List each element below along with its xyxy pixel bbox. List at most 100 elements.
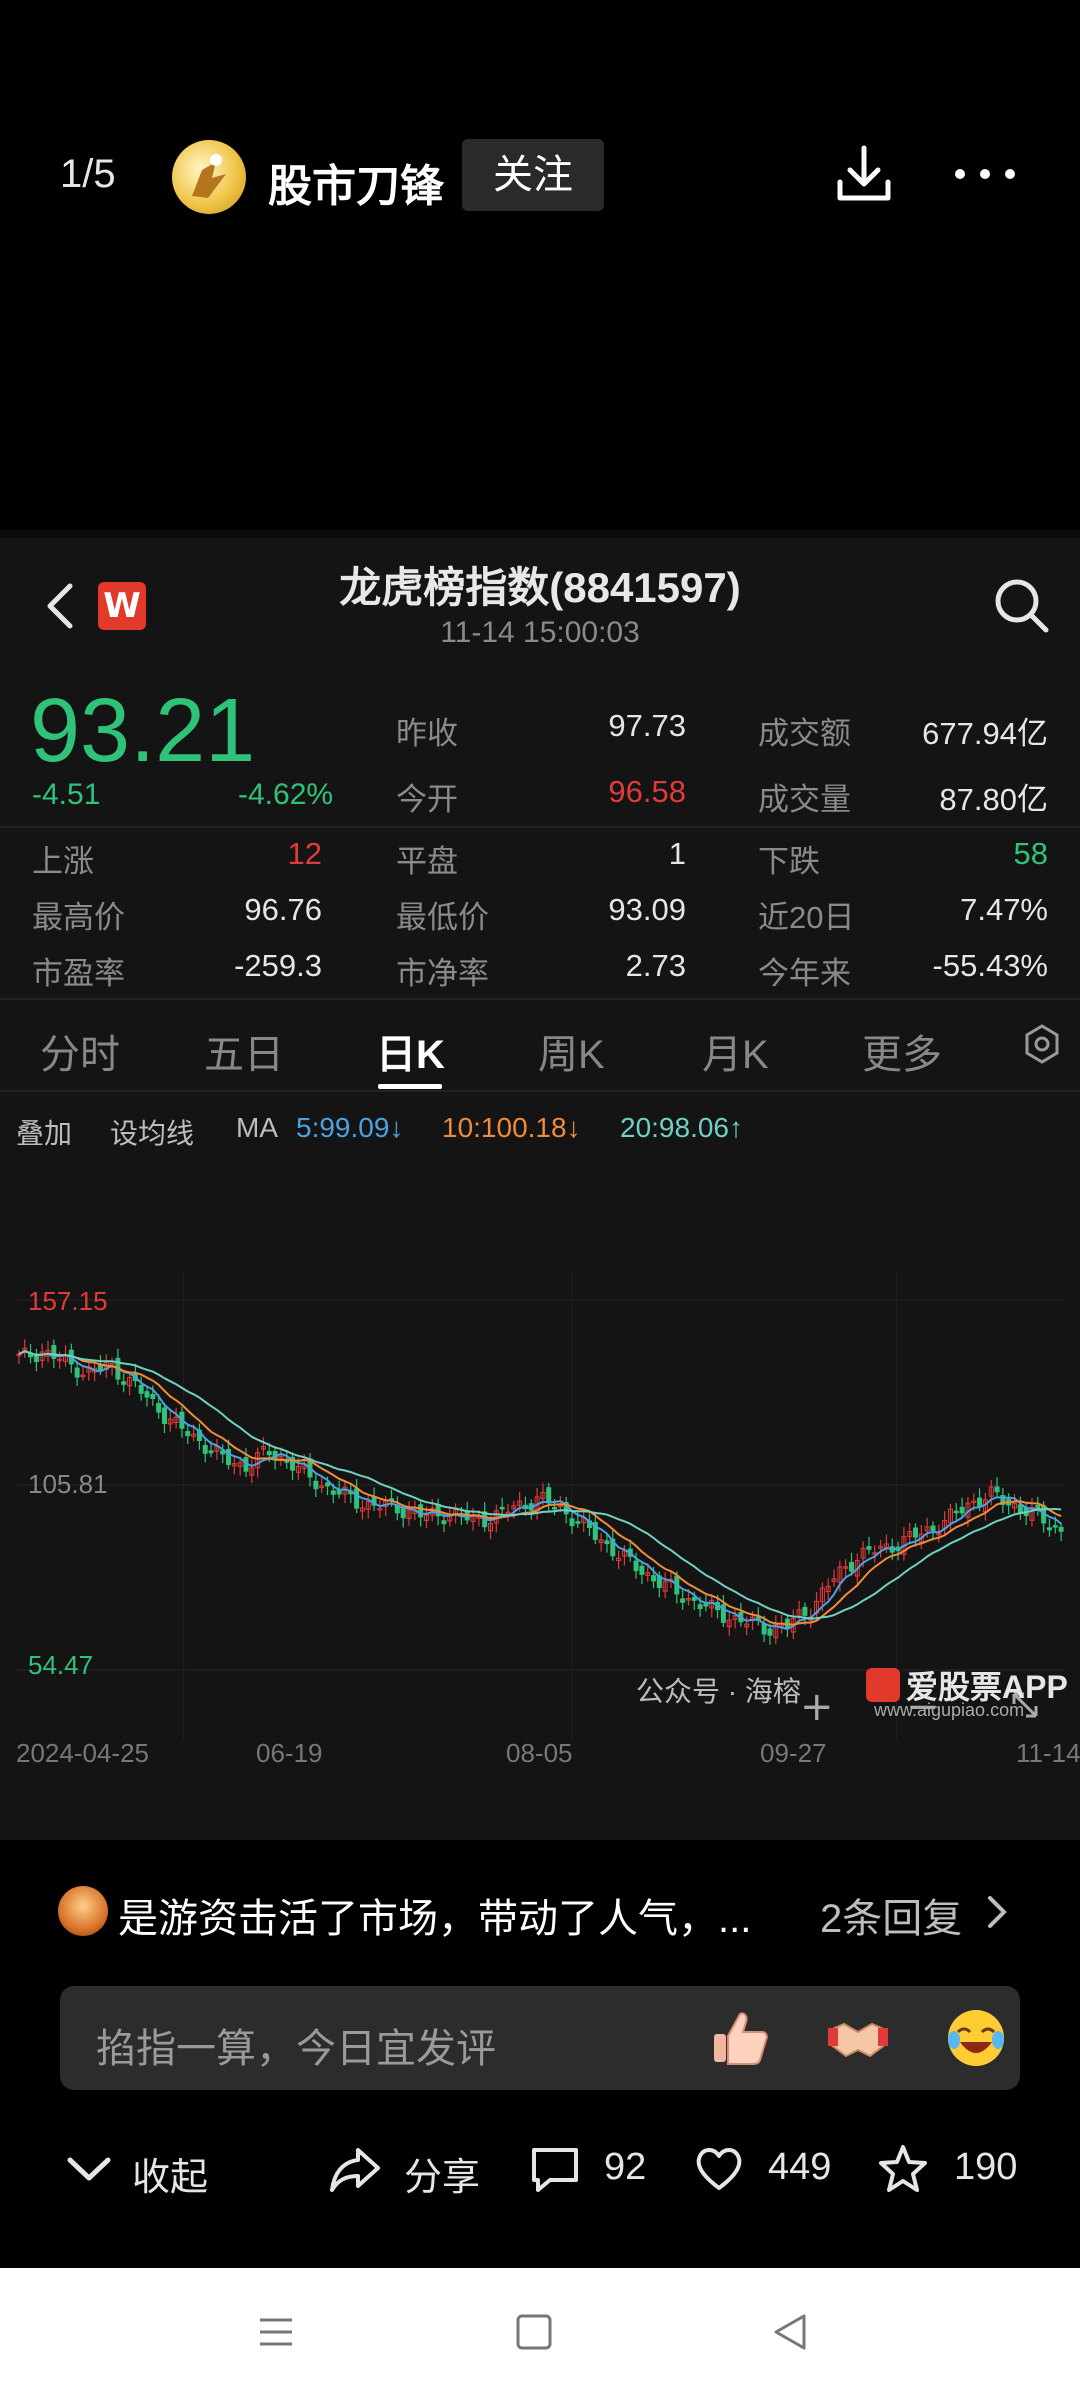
candle-body [1017,1504,1023,1513]
stat-label: 下跌 [758,844,820,879]
candle-body [156,1402,162,1413]
quote-label: 昨收 [396,716,458,751]
like-count[interactable]: 449 [768,2146,831,2189]
comment-icon[interactable] [528,2142,582,2196]
candle-body [691,1596,697,1601]
follow-button[interactable]: 关注 [462,139,604,211]
comment-count[interactable]: 92 [604,2146,646,2189]
candle-body [499,1506,505,1510]
candle-body [546,1487,552,1504]
price-change: -4.51 [32,778,101,811]
tab-intraday: 分时 [40,1033,120,1077]
stat-value: -55.43% [932,948,1048,983]
handshake-icon[interactable] [826,2006,890,2070]
stat-value: 58 [1013,836,1048,871]
ma20-value: 20:98.06↑ [620,1112,743,1143]
x-axis-label: 06-19 [256,1738,323,1768]
set-ma-label: 设均线 [110,1118,195,1149]
image-counter: 1/5 [60,152,116,196]
tab-five-day: 五日 [204,1033,284,1077]
candle-body [848,1562,854,1572]
candle-body [418,1504,424,1518]
candle-body [1035,1505,1041,1509]
candle-body [226,1448,232,1465]
candle-body [354,1488,360,1509]
star-icon[interactable] [876,2142,930,2196]
candle-body [1058,1526,1064,1532]
thumbs-up-icon[interactable] [708,2006,772,2070]
quote-value: 677.94亿 [922,716,1048,751]
more-icon[interactable] [950,142,1020,206]
stock-screenshot: W 龙虎榜指数(8841597) 11-14 15:00:03 93.21 -4… [0,530,1080,1840]
candle-body [266,1451,272,1456]
comment-input[interactable]: 掐指一算，今日宜发评 [60,1986,1020,2090]
stat-value: 96.76 [244,892,322,927]
username[interactable]: 股市刀锋 [268,150,444,214]
candle-body [1052,1525,1058,1528]
ma10-value: 10:100.18↓ [442,1112,581,1143]
stat-value: 1 [668,836,686,871]
candle-body [680,1598,686,1603]
stat-label: 市盈率 [32,956,125,991]
candle-body [336,1490,342,1495]
watermark-text: 公众号 · 海榕 [636,1676,801,1707]
candle-body [802,1606,808,1616]
active-tab-indicator [378,1084,442,1089]
stat-value: 7.47% [960,892,1048,927]
quote-value: 96.58 [608,774,686,809]
kline-svg: 157.15 105.81 54.47 2024-04-25 06-19 08-05 09-… [16,1270,1080,1768]
candle-body [1046,1527,1052,1531]
avatar[interactable] [172,140,246,214]
stat-label: 今年来 [758,956,851,991]
candle-body [161,1407,167,1424]
share-button[interactable]: 分享 [404,2146,480,2201]
share-icon[interactable] [328,2142,382,2196]
quote-value: 87.80亿 [939,782,1048,817]
kline-chart: 157.15 105.81 54.47 2024-04-25 06-19 08-05 09-… [0,1150,1080,1840]
candle-body [324,1482,330,1487]
divider [0,826,1080,828]
comment-placeholder: 掐指一算，今日宜发评 [96,2027,496,2071]
price-change-percent: -4.62% [238,778,334,811]
candle-body [150,1393,156,1400]
candle-body [633,1560,639,1572]
quote-label: 今开 [396,782,458,817]
stat-label: 近20日 [758,900,855,935]
reply-count[interactable]: 2条回复 [820,1886,962,1944]
home-icon[interactable] [514,2312,554,2352]
download-icon[interactable] [832,142,896,206]
candle-body [552,1507,558,1510]
tab-daily-k: 日K [376,1033,445,1077]
ma5-value: 5:99.09↓ [296,1112,404,1143]
candle-body [639,1565,645,1575]
menu-icon[interactable] [256,2312,296,2352]
candle-body [930,1525,936,1532]
top-comment[interactable]: 是游资击活了市场，带动了人气，... 2条回复 [0,1880,1080,1942]
laughing-icon[interactable] [944,2006,1008,2070]
candle-body [138,1384,144,1394]
heart-icon[interactable] [692,2142,746,2196]
x-axis-label: 09-27 [760,1738,827,1768]
candle-body [651,1575,657,1582]
collapse-button[interactable]: 收起 [132,2146,208,2201]
chevron-down-icon[interactable] [62,2142,116,2196]
candle-body [121,1381,127,1385]
ma-bar: 叠加 设均线 MA 5:99.09↓ 10:100.18↓ 20:98.06↑ [0,1104,1080,1152]
candle-body [575,1521,581,1524]
candle-body [866,1546,872,1550]
zoom-in-icon: + [800,1684,834,1730]
candle-body [569,1518,575,1527]
stat-label: 最低价 [396,900,489,935]
candle-body [330,1490,336,1495]
candle-body [953,1510,959,1514]
y-axis-label: 105.81 [28,1469,108,1499]
x-axis-label: 11-14 [1016,1738,1080,1768]
stat-value: 2.73 [625,948,686,983]
back-nav-icon[interactable] [770,2312,810,2352]
favorite-count[interactable]: 190 [954,2146,1017,2189]
tab-more: 更多 [862,1033,942,1077]
candle-body [208,1450,214,1454]
cropped-edge [0,530,1080,538]
candle-body [703,1603,709,1607]
chart-period-tabs: 分时 五日 日K 周K 月K 更多 [0,1000,1080,1100]
